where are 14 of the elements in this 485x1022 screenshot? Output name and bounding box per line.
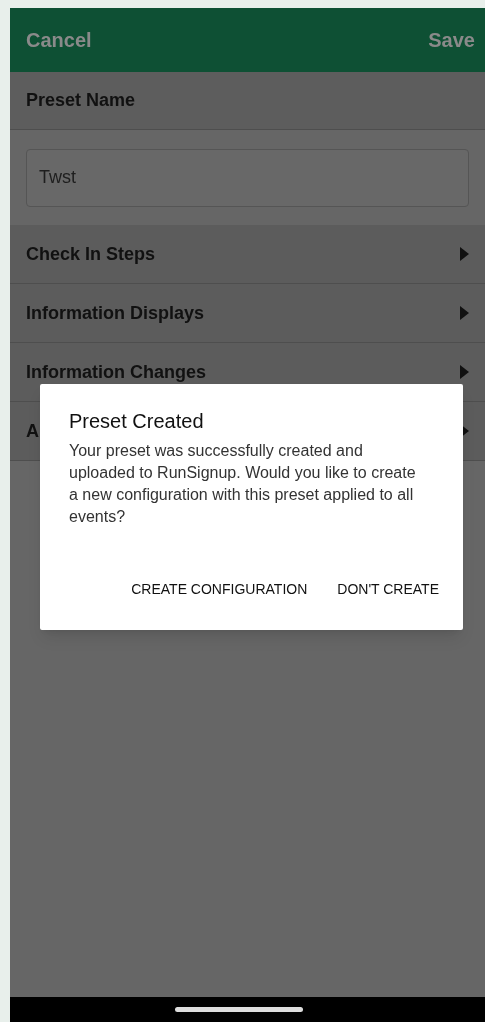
save-button[interactable]: Save [428,25,475,55]
cancel-button[interactable]: Cancel [26,25,92,55]
dont-create-button[interactable]: DON'T CREATE [331,571,445,608]
input-field[interactable]: Twst [26,148,469,207]
preset-name-label: Preset Name [26,89,136,112]
triangle-right-icon [460,306,469,320]
dialog-message: Your preset was successfully created and uploaded to RunSignup. Would you like to create a new configuration with this preset applied to all events? [69,441,417,527]
section-row[interactable]: Check In Steps [10,225,485,284]
triangle-right-icon [460,365,469,379]
dialog-title: Preset Created [69,409,205,434]
section-row[interactable]: Information Displays [10,284,485,343]
create-configuration-button[interactable]: CREATE CONFIGURATION [125,571,314,608]
home-handle[interactable] [174,1007,303,1012]
triangle-right-icon [460,247,469,261]
